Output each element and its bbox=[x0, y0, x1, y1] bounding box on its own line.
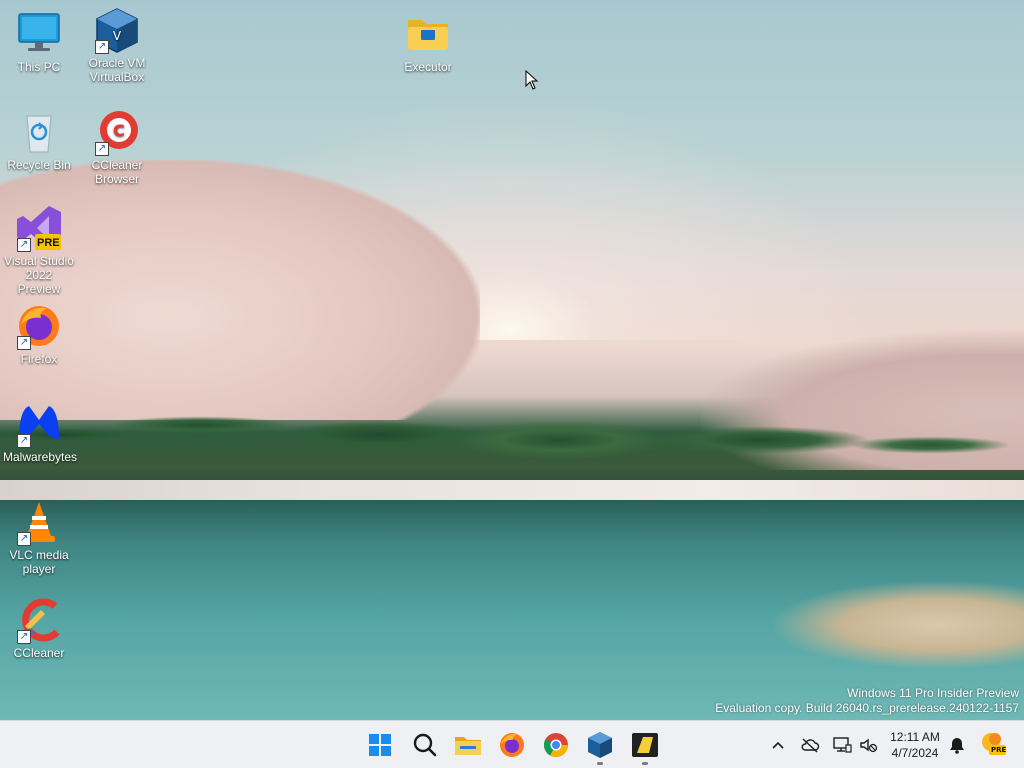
taskbar-clock[interactable]: 12:11 AM 4/7/2024 bbox=[885, 729, 945, 761]
folder-icon bbox=[455, 737, 481, 755]
visual-studio-icon: PRE ↗ bbox=[15, 204, 63, 252]
onedrive-tray-button[interactable] bbox=[800, 735, 820, 755]
mouse-cursor-icon bbox=[525, 69, 539, 90]
chrome-icon bbox=[543, 733, 568, 758]
taskbar-notes-app[interactable] bbox=[629, 729, 661, 765]
volume-muted-icon bbox=[860, 738, 878, 753]
taskbar: 12:11 AM 4/7/2024 PRE bbox=[0, 720, 1024, 768]
desktop-icon-ccleaner[interactable]: ↗ CCleaner bbox=[1, 596, 77, 660]
taskbar-virtualbox[interactable] bbox=[584, 729, 616, 765]
notification-center-button[interactable] bbox=[947, 735, 967, 755]
desktop[interactable]: This PC V ↗ Oracle VM VirtualBox Executo… bbox=[0, 0, 1024, 720]
network-tray-button[interactable] bbox=[832, 735, 852, 755]
desktop-icon-this-pc[interactable]: This PC bbox=[1, 10, 77, 74]
chevron-up-icon bbox=[772, 741, 784, 749]
search-button[interactable] bbox=[409, 729, 441, 761]
recycle-bin-icon bbox=[15, 108, 63, 156]
start-button[interactable] bbox=[364, 729, 396, 761]
firefox-icon: ↗ bbox=[15, 302, 63, 350]
running-indicator bbox=[597, 762, 603, 765]
virtualbox-icon bbox=[588, 732, 612, 758]
svg-text:V: V bbox=[113, 29, 122, 43]
show-hidden-icons-button[interactable] bbox=[768, 735, 788, 755]
volume-tray-button[interactable] bbox=[858, 735, 878, 755]
shortcut-arrow-icon: ↗ bbox=[17, 434, 31, 448]
shortcut-arrow-icon: ↗ bbox=[17, 532, 31, 546]
shortcut-arrow-icon: ↗ bbox=[95, 142, 109, 156]
vlc-icon: ↗ bbox=[15, 498, 63, 546]
desktop-icon-firefox[interactable]: ↗ Firefox bbox=[1, 302, 77, 366]
taskbar-chrome[interactable] bbox=[540, 729, 572, 761]
watermark-build: Evaluation copy. Build 26040.rs_prerelea… bbox=[715, 701, 1019, 715]
folder-icon bbox=[404, 10, 452, 58]
desktop-icon-executor[interactable]: Executor bbox=[390, 10, 466, 74]
malwarebytes-icon: ↗ bbox=[15, 400, 63, 448]
taskbar-firefox[interactable] bbox=[496, 729, 528, 761]
virtualbox-icon: V ↗ bbox=[93, 6, 141, 54]
desktop-icon-recycle-bin[interactable]: Recycle Bin bbox=[1, 108, 77, 172]
shortcut-arrow-icon: ↗ bbox=[17, 630, 31, 644]
windows-start-icon bbox=[369, 734, 391, 756]
svg-text:C: C bbox=[113, 121, 125, 140]
firefox-icon bbox=[500, 733, 524, 757]
desktop-icon-ccleaner-browser[interactable]: C ↗ CCleaner Browser bbox=[79, 108, 155, 186]
clock-time: 12:11 AM bbox=[890, 730, 940, 744]
ccleaner-browser-icon: C ↗ bbox=[93, 108, 141, 156]
copilot-button[interactable]: PRE bbox=[980, 731, 1006, 757]
shortcut-arrow-icon: ↗ bbox=[17, 238, 31, 252]
watermark-edition: Windows 11 Pro Insider Preview bbox=[847, 686, 1019, 700]
clock-date: 4/7/2024 bbox=[891, 746, 939, 760]
notification-bell-icon bbox=[950, 738, 964, 754]
this-pc-icon bbox=[15, 10, 63, 58]
notes-icon bbox=[632, 733, 658, 757]
preview-badge: PRE bbox=[37, 237, 60, 249]
shortcut-arrow-icon: ↗ bbox=[17, 336, 31, 350]
windows-watermark: Windows 11 Pro Insider Preview Evaluatio… bbox=[715, 686, 1019, 716]
desktop-icon-vlc[interactable]: ↗ VLC media player bbox=[1, 498, 77, 576]
shortcut-arrow-icon: ↗ bbox=[95, 40, 109, 54]
running-indicator bbox=[642, 762, 648, 765]
desktop-icon-virtualbox[interactable]: V ↗ Oracle VM VirtualBox bbox=[79, 6, 155, 84]
copilot-pre-badge: PRE bbox=[991, 746, 1007, 754]
desktop-icon-malwarebytes[interactable]: ↗ Malwarebytes bbox=[1, 400, 77, 464]
cloud-offline-icon bbox=[801, 738, 820, 753]
search-icon bbox=[413, 733, 437, 757]
taskbar-file-explorer[interactable] bbox=[452, 729, 484, 761]
desktop-icon-visual-studio[interactable]: PRE ↗ Visual Studio 2022 Preview bbox=[1, 204, 77, 296]
wallpaper-reeds bbox=[770, 580, 1024, 670]
wallpaper-shore bbox=[0, 480, 1024, 500]
ccleaner-icon: ↗ bbox=[15, 596, 63, 644]
network-icon bbox=[833, 737, 852, 753]
